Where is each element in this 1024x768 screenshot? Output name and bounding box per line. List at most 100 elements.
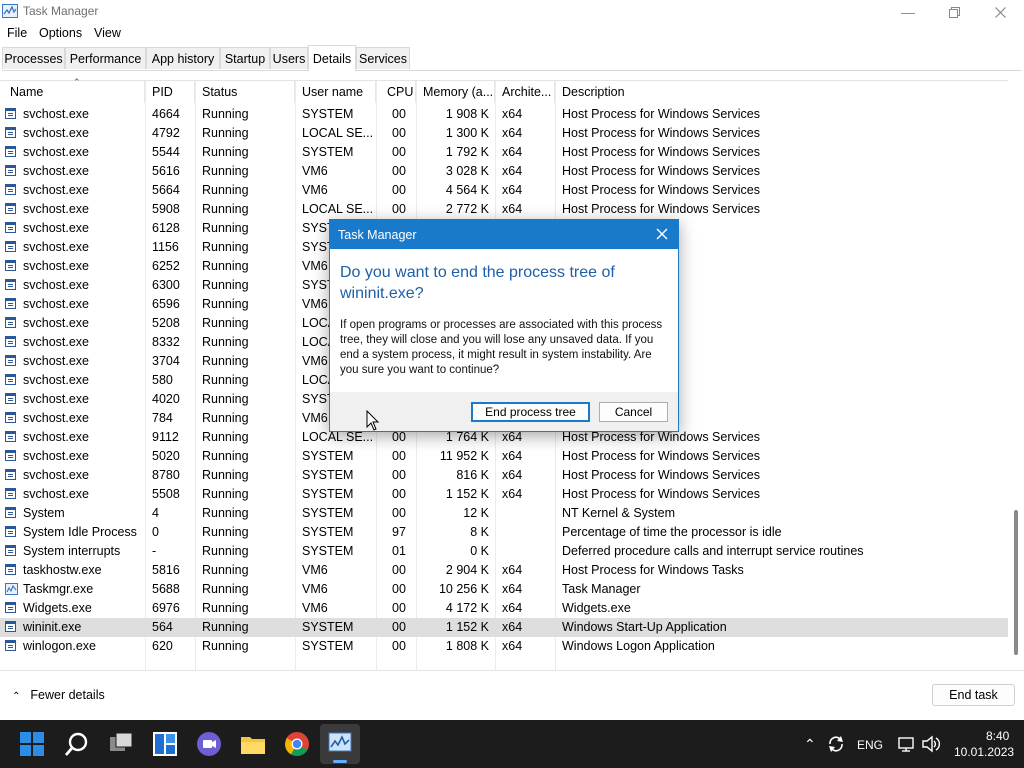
- table-row[interactable]: svchost.exe 5508 Running SYSTEM 00 1 152 K x64…: [0, 485, 1008, 504]
- column-header-memory[interactable]: Memory (a...: [418, 81, 495, 103]
- table-row[interactable]: svchost.exe 5908 Running LOCAL SE... 00 2 772…: [0, 200, 1008, 219]
- task-view-icon[interactable]: [108, 731, 134, 757]
- clock-date[interactable]: 10.01.2023: [954, 745, 1014, 759]
- tab-processes[interactable]: Processes: [2, 47, 65, 69]
- column-header-pid[interactable]: PID: [147, 81, 195, 103]
- process-name: svchost.exe: [23, 430, 90, 444]
- process-name: svchost.exe: [23, 164, 90, 178]
- close-icon: [994, 6, 1006, 18]
- tab-users[interactable]: Users: [270, 47, 308, 69]
- process-description: Widgets.exe: [562, 601, 631, 615]
- table-row[interactable]: svchost.exe 8780 Running SYSTEM 00 816 K x64 Ho…: [0, 466, 1008, 485]
- process-architecture: x64: [502, 126, 523, 140]
- tab-app-history[interactable]: App history: [146, 47, 220, 69]
- restore-button[interactable]: [931, 0, 977, 24]
- table-row[interactable]: winlogon.exe 620 Running SYSTEM 00 1 808 K x64…: [0, 637, 1008, 656]
- table-row[interactable]: svchost.exe 5020 Running SYSTEM 00 11 952 K x6…: [0, 447, 1008, 466]
- process-description: Host Process for Windows Services: [562, 468, 760, 482]
- process-name: svchost.exe: [23, 278, 90, 292]
- process-user: SYSTEM: [302, 639, 354, 653]
- table-row[interactable]: System Idle Process 0 Running SYSTEM 97 8 K Pe…: [0, 523, 1008, 542]
- process-cpu: 00: [392, 620, 406, 634]
- process-status: Running: [202, 544, 249, 558]
- process-status: Running: [202, 582, 249, 596]
- tab-startup[interactable]: Startup: [220, 47, 270, 69]
- table-row[interactable]: taskhostw.exe 5816 Running VM6 00 2 904 K x64 H…: [0, 561, 1008, 580]
- process-architecture: x64: [502, 145, 523, 159]
- fewer-details-button[interactable]: ⌃ Fewer details: [12, 688, 105, 702]
- process-pid: 5508: [152, 487, 180, 501]
- task-manager-icon: [5, 583, 18, 598]
- process-name: svchost.exe: [23, 107, 90, 121]
- scrollbar-thumb[interactable]: [1014, 510, 1018, 655]
- column-header-label: Name: [10, 85, 44, 99]
- column-header-user-name[interactable]: User name: [297, 81, 376, 103]
- tab-services[interactable]: Services: [356, 47, 410, 69]
- tab-details[interactable]: Details: [308, 45, 356, 71]
- process-name: svchost.exe: [23, 468, 90, 482]
- process-architecture: x64: [502, 164, 523, 178]
- process-name: winlogon.exe: [23, 639, 96, 653]
- process-description: Host Process for Windows Services: [562, 183, 760, 197]
- table-row[interactable]: svchost.exe 5544 Running SYSTEM 00 1 792 K x64…: [0, 143, 1008, 162]
- process-user: VM6: [302, 411, 328, 425]
- search-icon[interactable]: [64, 731, 90, 757]
- table-row[interactable]: svchost.exe 5616 Running VM6 00 3 028 K x64 Hos…: [0, 162, 1008, 181]
- process-icon: [5, 146, 16, 157]
- windows-start-icon[interactable]: [20, 732, 44, 756]
- end-task-button[interactable]: End task: [932, 684, 1015, 706]
- process-name: svchost.exe: [23, 411, 90, 425]
- network-icon[interactable]: [897, 735, 915, 753]
- column-header-name[interactable]: Name ⌃: [5, 77, 145, 103]
- process-description: NT Kernel & System: [562, 506, 676, 520]
- table-row[interactable]: svchost.exe 5664 Running VM6 00 4 564 K x64 Hos…: [0, 181, 1008, 200]
- process-description: Host Process for Windows Services: [562, 126, 760, 140]
- table-row[interactable]: System interrupts - Running SYSTEM 01 0 K Defe…: [0, 542, 1008, 561]
- process-cpu: 00: [392, 468, 406, 482]
- process-cpu: 00: [392, 183, 406, 197]
- minimize-button[interactable]: —: [885, 0, 931, 24]
- dialog-close-button[interactable]: [652, 224, 672, 244]
- table-row[interactable]: wininit.exe 564 Running SYSTEM 00 1 152 K x64 W…: [0, 618, 1008, 637]
- process-icon: [5, 507, 16, 518]
- column-header-architecture[interactable]: Archite...: [497, 81, 555, 103]
- teams-chat-icon[interactable]: [196, 731, 222, 757]
- process-user: LOCAL SE...: [302, 202, 374, 216]
- task-manager-taskbar-button[interactable]: [320, 724, 360, 764]
- chrome-icon[interactable]: [284, 731, 310, 757]
- process-icon: [5, 127, 16, 138]
- widgets-icon[interactable]: [152, 731, 178, 757]
- process-user: SYSTEM: [302, 449, 354, 463]
- process-icon: [5, 488, 16, 499]
- vertical-scrollbar[interactable]: [1008, 80, 1024, 670]
- end-process-tree-button[interactable]: End process tree: [471, 402, 590, 422]
- column-header-cpu[interactable]: CPU: [382, 81, 416, 103]
- language-indicator[interactable]: ENG: [857, 738, 883, 752]
- tab-performance[interactable]: Performance: [65, 47, 146, 69]
- table-row[interactable]: svchost.exe 4792 Running LOCAL SE... 00 1 300…: [0, 124, 1008, 143]
- dialog-title-bar[interactable]: Task Manager: [330, 220, 678, 249]
- menu-view[interactable]: View: [94, 26, 121, 40]
- process-memory: 3 028 K: [445, 164, 489, 178]
- table-row[interactable]: svchost.exe 4664 Running SYSTEM 00 1 908 K x64…: [0, 105, 1008, 124]
- process-memory: 1 152 K: [445, 620, 489, 634]
- menu-options[interactable]: Options: [39, 26, 82, 40]
- process-description: Host Process for Windows Services: [562, 164, 760, 178]
- close-button[interactable]: [977, 0, 1023, 24]
- process-pid: 620: [152, 639, 173, 653]
- column-header-status[interactable]: Status: [197, 81, 295, 103]
- sync-icon[interactable]: [826, 734, 846, 754]
- table-row[interactable]: System 4 Running SYSTEM 00 12 K NT Kernel & Sy…: [0, 504, 1008, 523]
- table-row[interactable]: Widgets.exe 6976 Running VM6 00 4 172 K x64 Wid…: [0, 599, 1008, 618]
- table-row[interactable]: Taskmgr.exe 5688 Running VM6 00 10 256 K x64 Ta…: [0, 580, 1008, 599]
- file-explorer-icon[interactable]: [240, 731, 266, 757]
- process-description: Windows Start-Up Application: [562, 620, 727, 634]
- title-bar[interactable]: Task Manager —: [0, 0, 1024, 24]
- menu-file[interactable]: File: [7, 26, 27, 40]
- column-header-description[interactable]: Description: [557, 81, 1007, 103]
- clock-time[interactable]: 8:40: [986, 729, 1009, 743]
- tray-overflow-chevron-icon[interactable]: ⌃: [804, 736, 816, 753]
- volume-icon[interactable]: [921, 735, 941, 753]
- process-user: VM6: [302, 582, 328, 596]
- cancel-button[interactable]: Cancel: [599, 402, 668, 422]
